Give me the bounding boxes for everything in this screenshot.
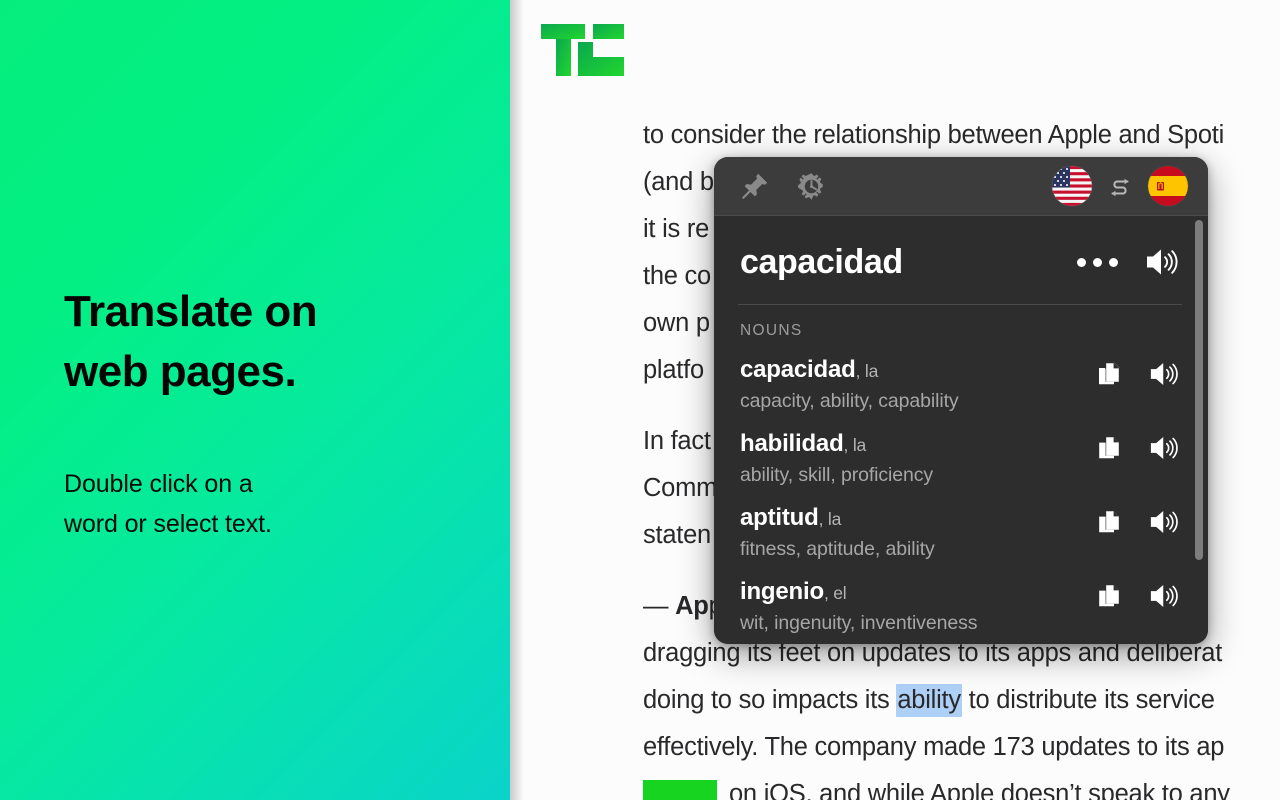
more-options-icon[interactable] bbox=[1077, 257, 1118, 267]
entry-actions bbox=[1082, 581, 1182, 611]
entries-list: capacidad, la capacity, ability, capabil… bbox=[714, 340, 1208, 644]
entry-row[interactable]: ingenio, el wit, ingenuity, inventivenes… bbox=[714, 570, 1208, 644]
techcrunch-logo[interactable] bbox=[541, 24, 641, 76]
entry-word-text: habilidad bbox=[740, 430, 844, 457]
entry-actions bbox=[1082, 359, 1182, 389]
entry-actions bbox=[1082, 507, 1182, 537]
scrollbar-thumb[interactable] bbox=[1195, 220, 1203, 560]
promo-title-line2: web pages. bbox=[64, 346, 297, 396]
popup-toolbar bbox=[714, 157, 1208, 216]
promo-subtitle-line1: Double click on a bbox=[64, 469, 253, 498]
spain-flag-icon[interactable] bbox=[1148, 166, 1188, 206]
pin-icon[interactable] bbox=[740, 171, 770, 201]
screen: Translate on web pages. Double click on a… bbox=[0, 0, 1280, 800]
speaker-icon[interactable] bbox=[1148, 507, 1182, 537]
entry-word: capacidad, la bbox=[740, 355, 1082, 386]
copy-icon[interactable] bbox=[1096, 581, 1126, 611]
article-line-text: on iOS, and while Apple doesn’t speak to… bbox=[729, 780, 1230, 800]
green-block-graphic bbox=[643, 780, 717, 800]
article-line: to consider the relationship between App… bbox=[643, 121, 1224, 149]
selected-text[interactable]: ability bbox=[896, 684, 962, 717]
headword-actions bbox=[1077, 245, 1182, 279]
vertical-scrollbar[interactable] bbox=[1195, 220, 1203, 641]
entry-word: habilidad, la bbox=[740, 429, 1082, 460]
entry-gender-article: , la bbox=[818, 509, 842, 529]
attribution-dash: — bbox=[643, 592, 676, 620]
gear-icon[interactable] bbox=[796, 171, 827, 202]
headword-row: capacidad bbox=[714, 216, 1208, 286]
speaker-icon[interactable] bbox=[1148, 581, 1182, 611]
entry-text: aptitud, la fitness, aptitude, ability bbox=[740, 503, 1082, 563]
translator-popup: capacidad NOUNS capacidad, la capacity, … bbox=[714, 157, 1208, 644]
entry-word: ingenio, el bbox=[740, 577, 1082, 608]
speaker-icon[interactable] bbox=[1148, 359, 1182, 389]
article-line-with-badge: on iOS, and while Apple doesn’t speak to… bbox=[643, 771, 1280, 800]
entry-definitions: capacity, ability, capability bbox=[740, 390, 959, 412]
text-after-selection: to distribute its service bbox=[961, 686, 1215, 714]
entry-word-text: aptitud bbox=[740, 504, 819, 531]
us-flag-icon[interactable] bbox=[1052, 166, 1092, 206]
entry-word-text: ingenio bbox=[740, 578, 824, 605]
promo-content: Translate on web pages. Double click on a… bbox=[64, 282, 464, 545]
speaker-icon[interactable] bbox=[1144, 245, 1182, 279]
toolbar-language-group bbox=[1052, 166, 1188, 206]
entry-definitions: ability, skill, proficiency bbox=[740, 464, 934, 486]
copy-icon[interactable] bbox=[1096, 433, 1126, 463]
promo-title: Translate on web pages. bbox=[64, 282, 464, 402]
entry-text: ingenio, el wit, ingenuity, inventivenes… bbox=[740, 577, 1082, 637]
copy-icon[interactable] bbox=[1096, 359, 1126, 389]
popup-body: capacidad NOUNS capacidad, la capacity, … bbox=[714, 216, 1208, 644]
promo-subtitle: Double click on a word or select text. bbox=[64, 464, 464, 545]
entry-text: capacidad, la capacity, ability, capabil… bbox=[740, 355, 1082, 415]
entry-definitions: wit, ingenuity, inventiveness bbox=[740, 612, 978, 634]
article-line: effectively. The company made 173 update… bbox=[643, 733, 1225, 761]
attribution-bold: Ap bbox=[675, 592, 709, 620]
entry-word-text: capacidad bbox=[740, 356, 856, 383]
entry-gender-article: , la bbox=[843, 435, 867, 455]
swap-languages-icon[interactable] bbox=[1107, 173, 1133, 199]
promo-title-line1: Translate on bbox=[64, 287, 318, 336]
headword-text: capacidad bbox=[740, 243, 903, 281]
promo-panel: Translate on web pages. Double click on a… bbox=[0, 0, 510, 800]
entry-row[interactable]: capacidad, la capacity, ability, capabil… bbox=[714, 348, 1208, 422]
entry-definitions: fitness, aptitude, ability bbox=[740, 538, 935, 560]
entry-actions bbox=[1082, 433, 1182, 463]
copy-icon[interactable] bbox=[1096, 507, 1126, 537]
part-of-speech-label: NOUNS bbox=[740, 322, 803, 339]
entry-gender-article: , la bbox=[855, 361, 879, 381]
entry-word: aptitud, la bbox=[740, 503, 1082, 534]
promo-subtitle-line2: word or select text. bbox=[64, 510, 272, 539]
entry-row[interactable]: aptitud, la fitness, aptitude, ability bbox=[714, 496, 1208, 570]
entry-row[interactable]: habilidad, la ability, skill, proficienc… bbox=[714, 422, 1208, 496]
toolbar-left-group bbox=[740, 171, 827, 202]
text-before-selection: doing to so impacts its bbox=[643, 686, 897, 714]
entry-gender-article: , el bbox=[823, 583, 847, 603]
entry-text: habilidad, la ability, skill, proficienc… bbox=[740, 429, 1082, 489]
speaker-icon[interactable] bbox=[1148, 433, 1182, 463]
article-line-with-selection: doing to so impacts its ability to distr… bbox=[643, 677, 1280, 724]
